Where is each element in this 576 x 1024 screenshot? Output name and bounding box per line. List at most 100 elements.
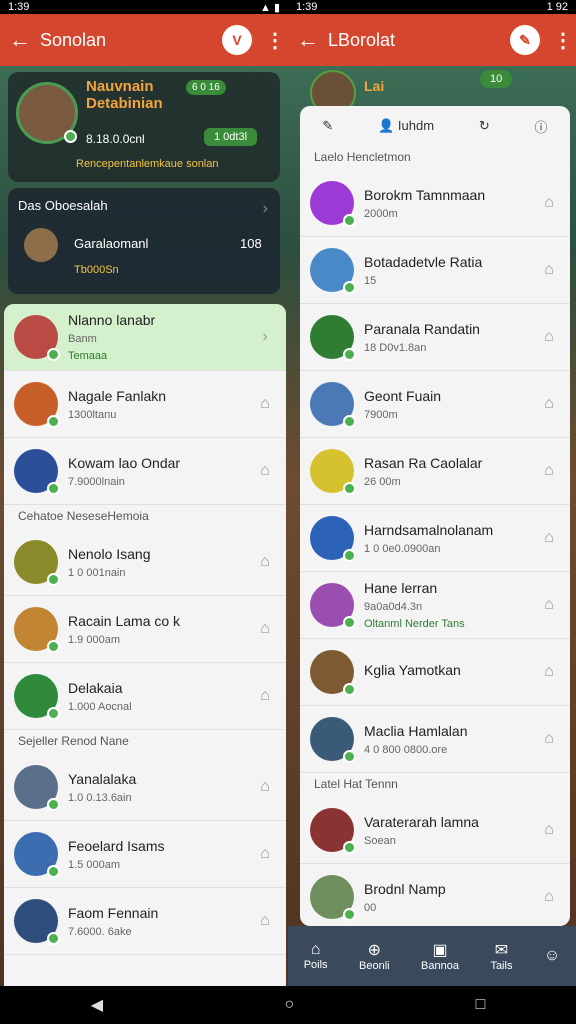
home-icon[interactable]: ⌂ <box>538 527 560 549</box>
contact-avatar[interactable] <box>14 607 60 653</box>
contact-avatar[interactable] <box>310 181 356 227</box>
list-item[interactable]: Nenolo Isang 1 0 001nain ⌂ <box>4 529 286 596</box>
list-item[interactable]: Varaterarah lamna Soean ⌂ <box>300 797 570 864</box>
home-icon[interactable]: ⌂ <box>538 259 560 281</box>
home-icon[interactable]: ⌂ <box>538 886 560 908</box>
contact-avatar[interactable] <box>14 765 60 811</box>
contact-avatar[interactable] <box>310 382 356 428</box>
home-icon[interactable]: ⌂ <box>538 594 560 616</box>
list-item[interactable]: Faom Fennain 7.6000. 6ake ⌂ <box>4 888 286 955</box>
list-item[interactable]: Brodnl Namp 00 ⌂ <box>300 864 570 926</box>
contact-avatar[interactable] <box>14 449 60 495</box>
left-contact-list: Nlanno lanabr Banm Temaaa › Nagale Fanlakn 13… <box>4 304 286 986</box>
online-badge-icon <box>47 640 60 653</box>
online-badge-icon <box>47 707 60 720</box>
nav-recents-icon[interactable]: □ <box>476 996 486 1014</box>
list-item[interactable]: Geont Fuain 7900m ⌂ <box>300 371 570 438</box>
group-card[interactable]: Das Oboesalah › Garalaomanl 108 Tb000Sn <box>8 188 280 294</box>
contact-info: Nagale Fanlakn 1300ltanu <box>68 388 254 421</box>
home-icon[interactable]: ⌂ <box>254 685 276 707</box>
contact-subtitle: 1300ltanu <box>68 408 117 421</box>
contact-avatar[interactable] <box>310 248 356 294</box>
home-icon[interactable]: ⌂ <box>254 460 276 482</box>
list-item[interactable]: Maclia Hamlalan 4 0 800 0800.ore ⌂ <box>300 706 570 773</box>
home-icon[interactable]: ⌂ <box>538 460 560 482</box>
online-badge-icon <box>47 415 60 428</box>
pen-icon[interactable]: ✎ <box>322 118 333 134</box>
nav-back-icon[interactable]: ◀ <box>91 995 103 1015</box>
online-badge-icon <box>343 908 356 921</box>
contact-avatar[interactable] <box>310 315 356 361</box>
contact-avatar[interactable] <box>310 516 356 562</box>
contact-name: Brodnl Namp <box>364 880 446 897</box>
info-icon[interactable]: ⓘ <box>535 117 548 136</box>
list-item[interactable]: Rasan Ra Caolalar 26 00m ⌂ <box>300 438 570 505</box>
list-item[interactable]: Paranala Randatin 18 D0v1.8an ⌂ <box>300 304 570 371</box>
profile-badge-button[interactable]: 1 0dt3l <box>204 128 258 146</box>
tab-item[interactable]: ✉ Tails <box>490 940 512 972</box>
contact-avatar[interactable] <box>14 382 60 428</box>
nav-home-icon[interactable]: ○ <box>284 996 294 1014</box>
list-item[interactable]: Harndsamalnolanam 1 0 0e0.0900an ⌂ <box>300 505 570 572</box>
home-icon[interactable]: ⌂ <box>254 393 276 415</box>
profile-avatar[interactable] <box>16 82 78 144</box>
contact-avatar[interactable] <box>310 717 356 763</box>
back-arrow-icon[interactable]: ← <box>288 27 328 53</box>
edit-action-icon[interactable]: ✎ <box>510 25 540 55</box>
list-item[interactable]: Racain Lama co k 1.9 000am ⌂ <box>4 596 286 663</box>
home-icon[interactable]: ⌂ <box>538 192 560 214</box>
list-item[interactable]: Hane lerran 9a0a0d4.3n Oltanml Nerder Tans… <box>300 572 570 639</box>
refresh-icon[interactable]: ↻ <box>479 118 490 134</box>
toolbar-label: Iuhdm <box>397 118 435 133</box>
home-icon[interactable]: ⌂ <box>538 728 560 750</box>
list-item[interactable]: Feoelard Isams 1.5 000am ⌂ <box>4 821 286 888</box>
home-icon[interactable]: ⌂ <box>538 326 560 348</box>
chevron-right-icon[interactable]: › <box>254 326 276 348</box>
contact-avatar[interactable] <box>310 808 356 854</box>
tab-item[interactable]: ▣ Bannoa <box>421 940 459 972</box>
list-item[interactable]: Borokm Tamnmaan 2000m ⌂ <box>300 170 570 237</box>
tab-item[interactable]: ⌂ Poils <box>304 941 328 971</box>
contact-avatar[interactable] <box>14 540 60 586</box>
back-arrow-icon[interactable]: ← <box>0 27 40 53</box>
contact-name: Faom Fennain <box>68 904 159 921</box>
tab-item[interactable]: ⊕ Beonli <box>359 940 390 972</box>
list-item[interactable]: Nlanno lanabr Banm Temaaa › <box>4 304 286 371</box>
contact-name: Nenolo Isang <box>68 545 151 562</box>
left-panel: Nauvnain Detabinian 6 0 16 8.18.0.0cnl 1… <box>0 66 288 986</box>
online-badge-icon <box>343 750 356 763</box>
home-icon[interactable]: ⌂ <box>254 910 276 932</box>
contact-name: Paranala Randatin <box>364 320 480 337</box>
home-icon[interactable]: ⌂ <box>538 819 560 841</box>
contact-subtitle: 2000m <box>364 207 398 220</box>
list-item[interactable]: Delakaia 1.000 Aocnal ⌂ <box>4 663 286 730</box>
contact-avatar[interactable] <box>310 583 356 629</box>
person-icon[interactable]: 👤 Iuhdm <box>378 118 434 134</box>
tab-label: Bannoa <box>421 960 459 972</box>
home-icon[interactable]: ⌂ <box>254 843 276 865</box>
contact-avatar[interactable] <box>310 875 356 921</box>
contact-avatar[interactable] <box>14 832 60 878</box>
home-icon[interactable]: ⌂ <box>254 551 276 573</box>
contact-avatar[interactable] <box>14 315 60 361</box>
right-score-pill[interactable]: 10 <box>480 70 513 88</box>
more-vert-icon[interactable]: ⋮ <box>262 28 288 53</box>
list-item[interactable]: Botadadetvle Ratia 15 ⌂ <box>300 237 570 304</box>
list-item[interactable]: Nagale Fanlakn 1300ltanu ⌂ <box>4 371 286 438</box>
contact-avatar[interactable] <box>310 650 356 696</box>
home-icon[interactable]: ⌂ <box>538 393 560 415</box>
list-item[interactable]: Kowam lao Ondar 7.9000lnain ⌂ <box>4 438 286 505</box>
more-vert-icon[interactable]: ⋮ <box>550 28 576 53</box>
list-item[interactable]: Yanalalaka 1.0 0.13.6ain ⌂ <box>4 754 286 821</box>
shield-action-icon[interactable]: V <box>222 25 252 55</box>
online-badge-icon <box>47 348 60 361</box>
points-pill[interactable]: 6 0 16 <box>186 80 226 95</box>
contact-avatar[interactable] <box>14 674 60 720</box>
tab-item[interactable]: ☺ <box>544 947 560 965</box>
home-icon[interactable]: ⌂ <box>538 661 560 683</box>
list-item[interactable]: Kglia Yamotkan ⌂ <box>300 639 570 706</box>
home-icon[interactable]: ⌂ <box>254 776 276 798</box>
contact-avatar[interactable] <box>14 899 60 945</box>
home-icon[interactable]: ⌂ <box>254 618 276 640</box>
contact-avatar[interactable] <box>310 449 356 495</box>
